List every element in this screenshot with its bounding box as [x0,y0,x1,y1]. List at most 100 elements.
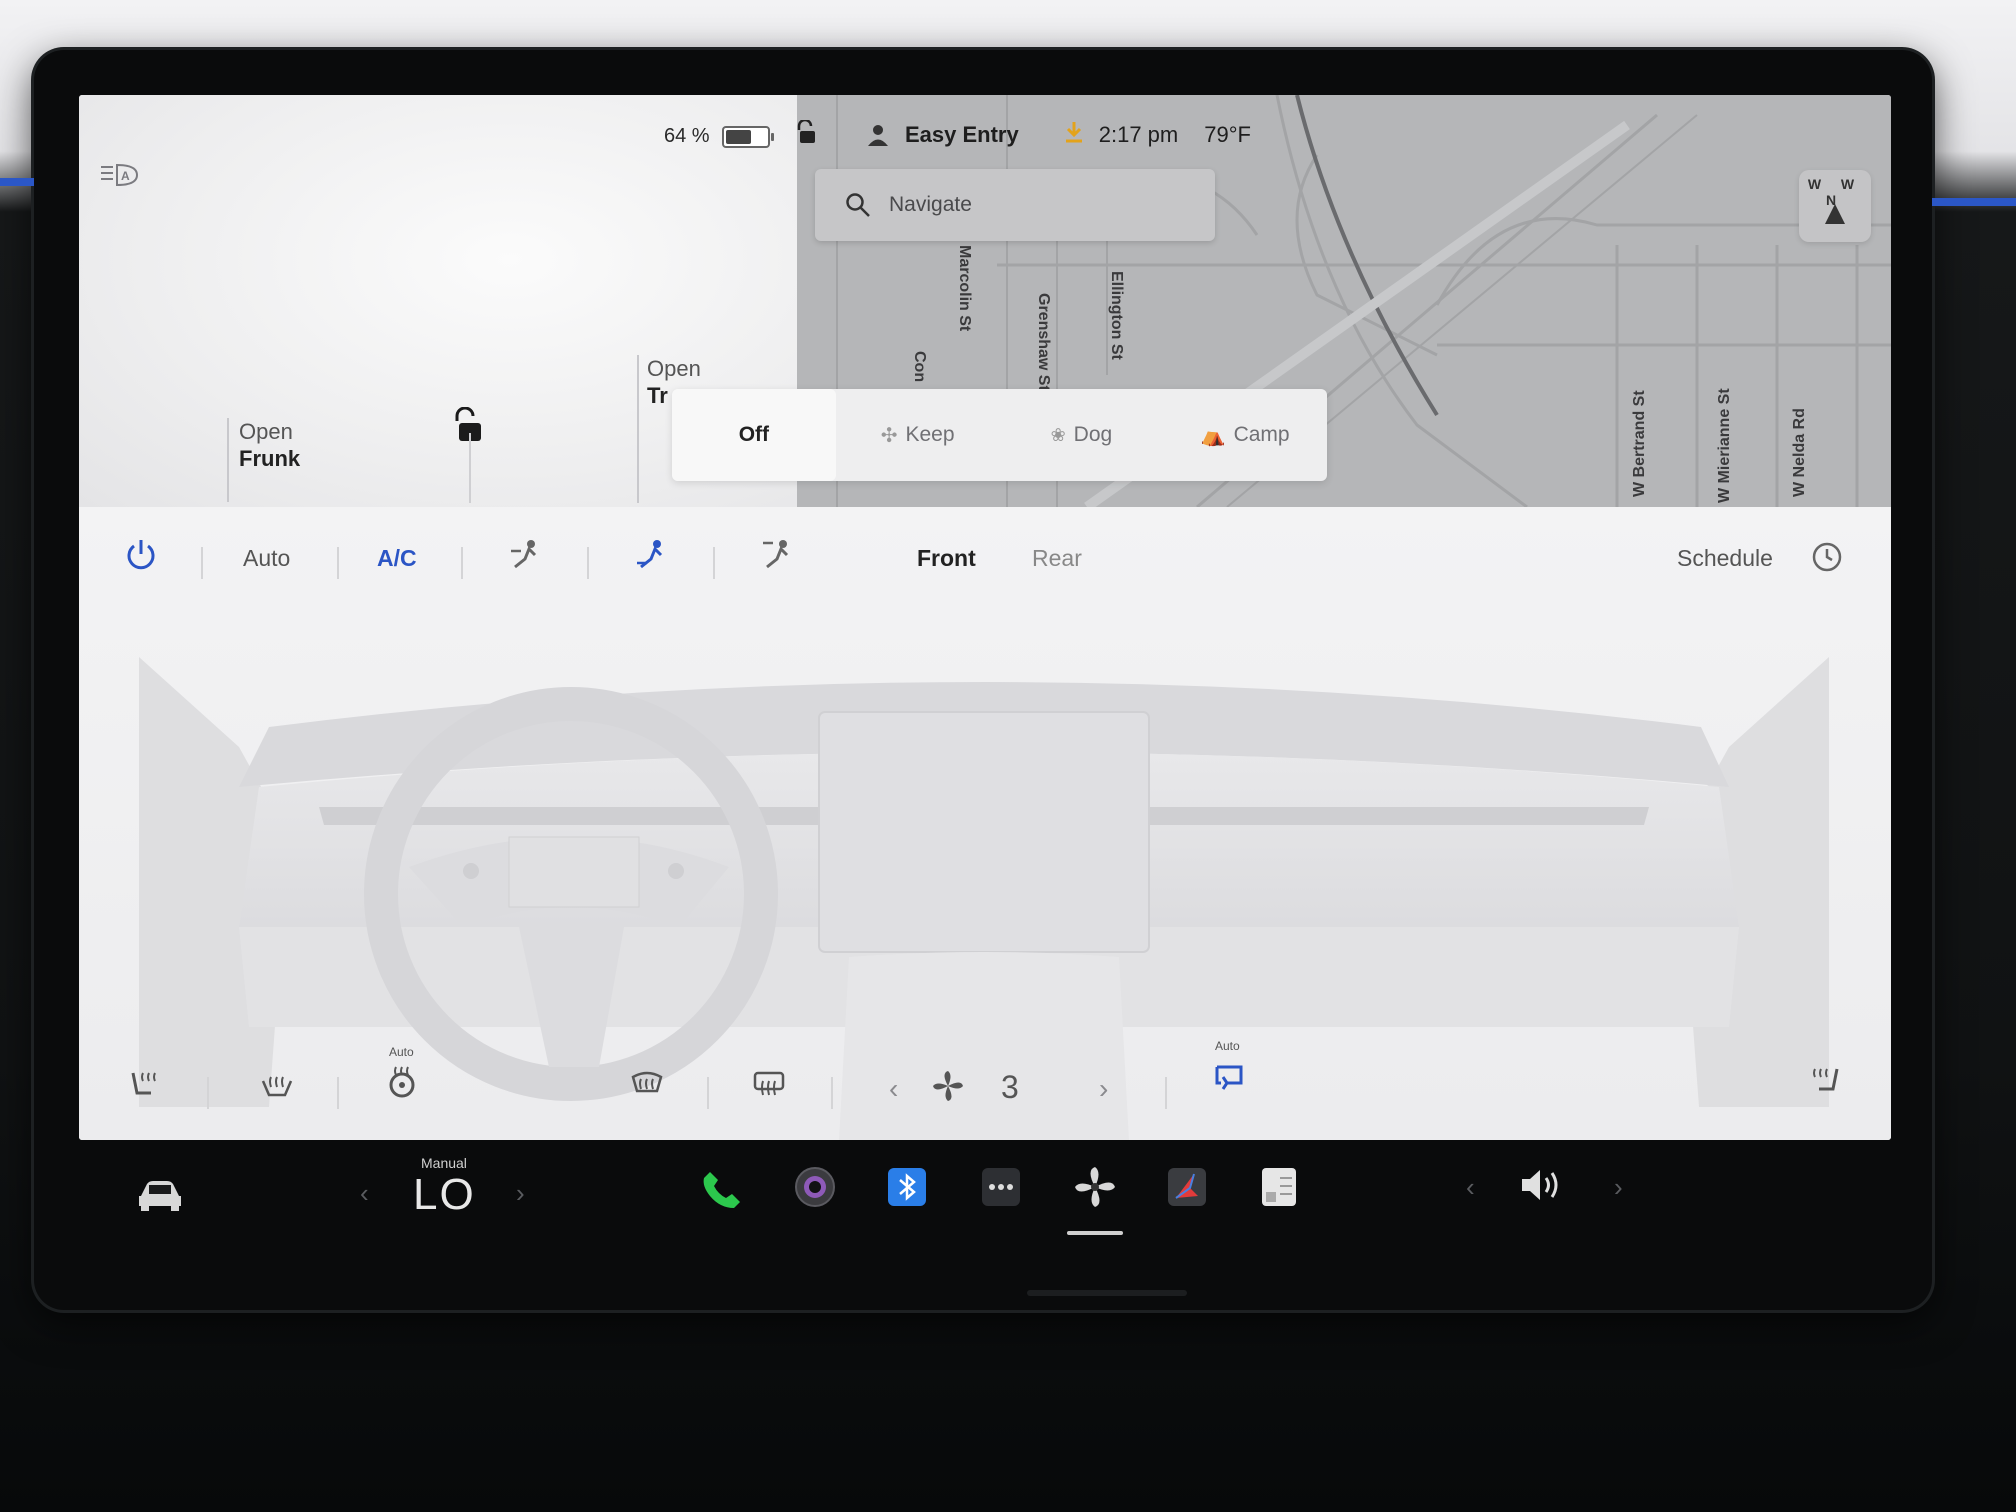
rear-defrost-button[interactable] [259,1067,295,1109]
climate-separator [587,547,589,579]
car-divider [469,433,471,503]
recirculate-icon [1215,1065,1243,1090]
front-tab[interactable]: Front [917,545,976,572]
climate-separator [831,1077,833,1109]
more-apps-icon[interactable] [980,1166,1022,1213]
camera-icon[interactable] [794,1166,836,1213]
trunk-label-open: Open [647,356,701,381]
outside-temp: 79°F [1204,122,1251,147]
battery-indicator: 64 % [664,125,774,148]
climate-panel: Auto A/C Front Rear Schedule Auto ‹ 3 › … [79,507,1891,1140]
temp-up-icon[interactable]: › [516,1178,525,1209]
status-bar: Easy Entry 2:17 pm 79°F [795,115,1251,155]
climate-separator [713,547,715,579]
climate-separator [337,547,339,579]
seat-heat-icon [1813,1068,1839,1091]
frunk-label-open: Open [239,419,293,444]
street-label: Marcolin St [956,245,973,332]
screen-handle [1027,1290,1187,1296]
tent-icon: ⛺ [1200,424,1226,447]
car-icon[interactable] [135,1178,185,1217]
auto-headlights-icon[interactable]: A [99,161,141,196]
phone-icon[interactable] [700,1168,744,1217]
navigate-search-box[interactable]: Navigate [815,169,1215,241]
street-label: W Nelda Rd [1791,408,1808,497]
airflow-windshield-icon [763,540,789,569]
user-icon [868,125,888,146]
ac-button[interactable]: A/C [377,545,417,572]
street-label: Ellington St [1108,271,1125,360]
airflow-feet-icon [637,540,663,569]
mode-keep[interactable]: ✣ Keep [836,389,1000,481]
airflow-face-button[interactable] [509,537,543,579]
climate-separator [207,1077,209,1109]
cabin-temp-value[interactable]: LO [413,1170,476,1220]
auto-button[interactable]: Auto [243,545,290,572]
rear-defrost-icon [261,1076,293,1097]
fan-icon[interactable] [1072,1164,1118,1215]
profile-name: Easy Entry [905,122,1019,147]
mode-dog[interactable]: ❀ Dog [1000,389,1164,481]
seat-heat-icon [131,1072,156,1095]
mode-off[interactable]: Off [672,389,836,481]
search-icon [846,193,870,217]
ambient-light-left [0,178,34,186]
climate-separator [707,1077,709,1109]
volume-down-icon[interactable]: ‹ [1466,1172,1475,1203]
compass-button[interactable]: W W N [1799,170,1871,242]
fan-icon [931,1069,965,1109]
battery-percent: 64 % [664,125,710,147]
svg-text:A: A [121,169,130,183]
cabin-illustration [139,657,1829,1140]
street-label: W Bertrand St [1631,390,1648,497]
mode-dog-label: Dog [1073,423,1113,446]
passenger-seat-heat-button[interactable] [1807,1063,1841,1105]
navigation-icon[interactable] [1166,1166,1208,1213]
fan-icon: ✣ [880,424,898,447]
schedule-button[interactable]: Schedule [1677,545,1773,572]
mode-keep-label: Keep [905,423,955,446]
climate-separator [201,547,203,579]
climate-mode-selector: Off ✣ Keep ❀ Dog ⛺ Camp [672,389,1327,481]
clock-icon [1812,542,1842,572]
rear-tab[interactable]: Rear [1032,545,1082,572]
fan-speed-up-icon[interactable]: › [1099,1073,1108,1105]
mode-off-label: Off [738,423,770,446]
clock-time: 2:17 pm [1098,122,1179,147]
recirculate-button[interactable] [1211,1061,1247,1101]
volume-up-icon[interactable]: › [1614,1172,1623,1203]
notes-icon[interactable] [1258,1166,1300,1213]
mode-camp-label: Camp [1233,423,1290,446]
search-placeholder: Navigate [889,193,972,216]
unlock-icon[interactable] [451,406,485,450]
driver-profile[interactable]: Easy Entry [867,122,1019,148]
lock-status-icon[interactable] [795,118,817,150]
airflow-windshield-button[interactable] [761,537,795,579]
schedule-clock-button[interactable] [1811,541,1843,579]
paw-icon: ❀ [1050,424,1066,445]
climate-separator [1165,1077,1167,1109]
climate-separator [337,1077,339,1109]
bluetooth-icon[interactable] [886,1166,928,1213]
front-defrost-button[interactable] [629,1067,665,1107]
airflow-feet-button[interactable] [635,537,669,579]
rear-window-defrost-button[interactable] [751,1067,787,1107]
fan-speed-down-icon[interactable]: ‹ [889,1073,898,1105]
volume-icon[interactable] [1518,1166,1566,1209]
steering-wheel-heat-icon [389,1066,415,1098]
steering-wheel-heat-button[interactable] [385,1063,419,1105]
fan-speed-value: 3 [1001,1069,1019,1105]
download-icon[interactable] [1063,120,1085,150]
street-label: Con [911,351,928,383]
ambient-light-right [1932,198,2016,206]
open-frunk-button[interactable]: Open Frunk [227,418,439,502]
climate-separator [461,547,463,579]
compass-arrow-icon [1825,204,1845,224]
temp-down-icon[interactable]: ‹ [360,1178,369,1209]
climate-power-button[interactable] [123,537,159,579]
active-app-indicator [1067,1231,1123,1235]
driver-seat-heat-button[interactable] [129,1067,163,1109]
touchscreen: A 64 % Open Frunk Open Tr Marcolin St Gr… [79,95,1891,1140]
power-icon [127,540,155,570]
mode-camp[interactable]: ⛺ Camp [1163,389,1327,481]
